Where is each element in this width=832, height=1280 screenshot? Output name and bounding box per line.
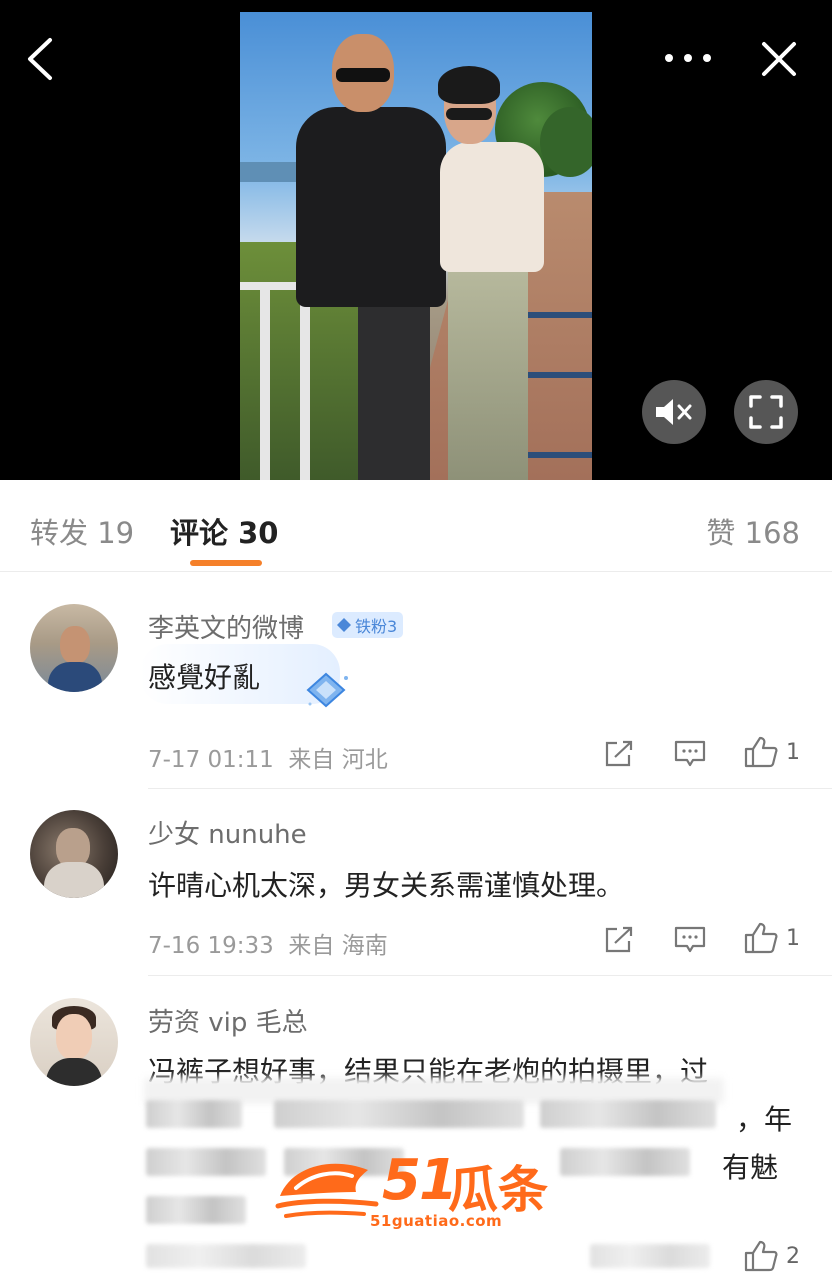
- fish-logo-icon: [275, 1163, 379, 1218]
- comment-location: 来自 海南: [288, 933, 388, 959]
- reply-button[interactable]: [674, 926, 706, 954]
- comment-text: 感覺好亂: [148, 661, 261, 694]
- divider: [148, 788, 832, 789]
- fullscreen-button[interactable]: [734, 380, 798, 444]
- comment-icon: [674, 740, 706, 767]
- comment-time: 7-16 19:33: [148, 933, 274, 959]
- like-button[interactable]: 2: [744, 1240, 800, 1272]
- video-frame: [240, 12, 592, 480]
- tab-bar: 转发 19 评论 30 赞 168: [0, 480, 832, 572]
- active-tab-indicator: [190, 560, 262, 566]
- avatar[interactable]: [30, 998, 118, 1086]
- diamond-sticker-icon: [306, 672, 348, 708]
- divider: [148, 975, 832, 976]
- close-button[interactable]: [756, 36, 802, 82]
- watermark-url: 51guatiao.com: [370, 1212, 503, 1230]
- fan-badge: 铁粉3: [332, 612, 404, 638]
- watermark-number: 51: [382, 1148, 458, 1213]
- comment-username[interactable]: 李英文的微博: [148, 608, 304, 645]
- more-dots-icon: [665, 54, 711, 62]
- comment-username[interactable]: 劳资 vip 毛总: [148, 1002, 308, 1039]
- tab-likes[interactable]: 赞 168: [706, 510, 800, 552]
- back-button[interactable]: [18, 34, 62, 84]
- comment-time: 7-17 01:11: [148, 747, 274, 773]
- mute-button[interactable]: [642, 380, 706, 444]
- comment-text-fragment: ，年: [736, 1103, 793, 1136]
- reply-button[interactable]: [674, 740, 706, 768]
- like-count: 1: [786, 739, 800, 765]
- thumbs-up-icon: [744, 1240, 778, 1272]
- share-button[interactable]: [604, 740, 634, 768]
- share-icon: [605, 926, 633, 953]
- comment-username[interactable]: 少女 nunuhe: [148, 814, 307, 851]
- comment-text: 许晴心机太深，男女关系需谨慎处理。: [148, 869, 625, 902]
- comment-text-fragment: 有魅: [722, 1151, 779, 1184]
- comment-meta: 7-16 19:33 来自 海南: [148, 926, 388, 960]
- share-icon: [605, 740, 633, 767]
- like-button[interactable]: 1: [744, 922, 800, 954]
- fan-badge-label: 铁粉3: [355, 617, 398, 636]
- back-chevron-icon: [28, 38, 52, 80]
- comment-meta: 7-17 01:11 来自 河北: [148, 740, 388, 774]
- site-watermark-logo: 51 瓜条 51guatiao.com: [272, 1148, 572, 1232]
- share-button[interactable]: [604, 926, 634, 954]
- tab-comments[interactable]: 评论 30: [170, 510, 278, 552]
- comment-icon: [674, 926, 706, 953]
- fullscreen-icon: [749, 395, 783, 429]
- like-count: 2: [786, 1243, 800, 1269]
- thumbs-up-icon: [744, 736, 778, 768]
- close-x-icon: [762, 42, 796, 76]
- like-count: 1: [786, 925, 800, 951]
- tab-forward[interactable]: 转发 19: [30, 510, 134, 552]
- mute-speaker-icon: [656, 399, 692, 425]
- more-button[interactable]: [660, 40, 716, 76]
- thumbs-up-icon: [744, 922, 778, 954]
- like-button[interactable]: 1: [744, 736, 800, 768]
- comment-location: 来自 河北: [288, 747, 388, 773]
- diamond-icon: [337, 618, 351, 632]
- avatar[interactable]: [30, 810, 118, 898]
- video-player[interactable]: [0, 0, 832, 480]
- avatar[interactable]: [30, 604, 118, 692]
